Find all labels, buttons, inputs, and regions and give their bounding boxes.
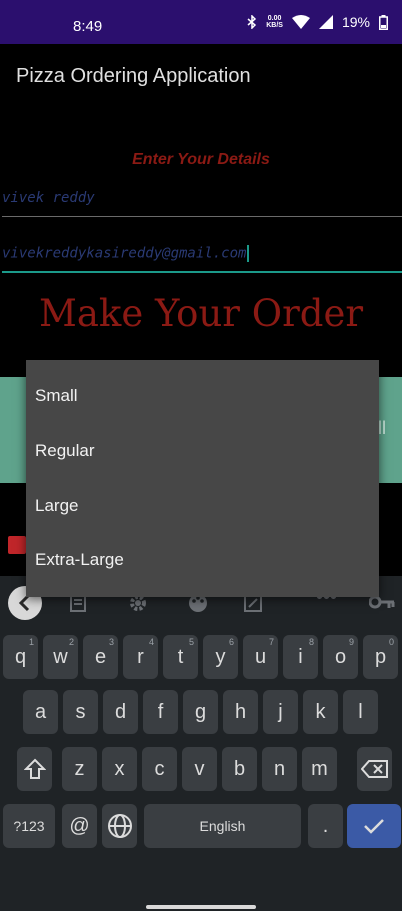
key-i[interactable]: 8i: [283, 635, 318, 679]
key-hint: 4: [148, 637, 154, 647]
key-hint: 5: [188, 637, 194, 647]
key-r[interactable]: 4r: [123, 635, 158, 679]
key-u[interactable]: 7u: [243, 635, 278, 679]
status-time: 8:49: [73, 18, 103, 35]
at-key[interactable]: @: [62, 804, 97, 848]
key-a[interactable]: a: [23, 690, 58, 734]
key-label: w: [53, 646, 68, 668]
battery-percent: 19%: [341, 14, 370, 30]
enter-key[interactable]: [347, 804, 401, 848]
key-t[interactable]: 5t: [163, 635, 198, 679]
key-w[interactable]: 2w: [43, 635, 78, 679]
dropdown-option-extra-large[interactable]: Extra-Large: [26, 533, 379, 587]
shift-icon: [23, 758, 46, 779]
key-label: e: [94, 646, 107, 668]
language-key[interactable]: [102, 804, 137, 848]
size-dropdown-menu: Small Regular Large Extra-Large: [26, 360, 379, 597]
key-hint: 1: [28, 637, 34, 647]
email-field[interactable]: vivekreddykasireddy@gmail.com: [2, 245, 402, 273]
net-speed-value: 0.00: [267, 15, 282, 22]
key-q[interactable]: 1q: [3, 635, 38, 679]
name-field[interactable]: vivek reddy: [2, 190, 402, 217]
key-hint: 0: [388, 637, 394, 647]
status-icons: 0.00 KB/S 19%: [247, 14, 388, 30]
net-speed-unit: KB/S: [266, 22, 283, 29]
key-x[interactable]: x: [102, 747, 137, 791]
key-v[interactable]: v: [182, 747, 217, 791]
cell-signal-icon: [318, 15, 333, 29]
key-label: r: [137, 646, 144, 668]
key-y[interactable]: 6y: [203, 635, 238, 679]
status-bar: 8:49 0.00 KB/S 19%: [0, 0, 402, 44]
gesture-nav-bar[interactable]: [146, 905, 256, 909]
key-hint: 2: [68, 637, 74, 647]
dropdown-option-regular[interactable]: Regular: [26, 424, 379, 478]
wifi-icon: [291, 15, 310, 29]
key-label: q: [14, 646, 27, 668]
key-label: u: [254, 646, 267, 668]
key-c[interactable]: c: [142, 747, 177, 791]
make-order-heading: Make Your Order: [38, 292, 364, 335]
key-g[interactable]: g: [183, 690, 218, 734]
key-label: i: [298, 646, 303, 668]
key-z[interactable]: z: [62, 747, 97, 791]
key-hint: 6: [228, 637, 234, 647]
key-o[interactable]: 9o: [323, 635, 358, 679]
key-hint: 3: [108, 637, 114, 647]
key-k[interactable]: k: [303, 690, 338, 734]
key-n[interactable]: n: [262, 747, 297, 791]
size-spinner-arrow: ll: [378, 418, 386, 438]
bluetooth-icon: [247, 15, 257, 29]
email-value: vivekreddykasireddy@gmail.com: [2, 245, 247, 262]
symbols-key[interactable]: ?123: [3, 804, 55, 848]
key-d[interactable]: d: [103, 690, 138, 734]
shift-key[interactable]: [17, 747, 52, 791]
key-e[interactable]: 3e: [83, 635, 118, 679]
backspace-key[interactable]: [357, 747, 392, 791]
space-key[interactable]: English: [144, 804, 301, 848]
checkbox[interactable]: [8, 536, 26, 554]
key-hint: 7: [268, 637, 274, 647]
key-label: y: [215, 646, 226, 668]
key-label: o: [334, 646, 347, 668]
text-cursor: [247, 245, 250, 262]
key-p[interactable]: 0p: [363, 635, 398, 679]
key-hint: 8: [308, 637, 314, 647]
dropdown-option-small[interactable]: Small: [26, 369, 379, 423]
key-j[interactable]: j: [263, 690, 298, 734]
name-value: vivek reddy: [2, 190, 95, 206]
key-icon[interactable]: [369, 595, 395, 609]
enter-details-heading: Enter Your Details: [132, 151, 270, 168]
key-hint: 9: [348, 637, 354, 647]
backspace-icon: [360, 760, 388, 778]
dropdown-option-large[interactable]: Large: [26, 479, 379, 533]
period-key[interactable]: .: [308, 804, 343, 848]
app-title: Pizza Ordering Application: [16, 65, 251, 87]
key-l[interactable]: l: [343, 690, 378, 734]
globe-icon: [107, 814, 132, 838]
key-label: t: [177, 646, 184, 668]
key-s[interactable]: s: [63, 690, 98, 734]
key-f[interactable]: f: [143, 690, 178, 734]
net-speed: 0.00 KB/S: [266, 15, 283, 29]
checkmark-icon: [364, 819, 384, 834]
battery-icon: [379, 14, 388, 30]
key-label: p: [374, 646, 387, 668]
key-h[interactable]: h: [223, 690, 258, 734]
key-m[interactable]: m: [302, 747, 337, 791]
key-b[interactable]: b: [222, 747, 257, 791]
soft-keyboard: ••• 1q2w3e4r5t6y7u8i9o0p asdfghjkl zxcvb…: [0, 576, 402, 911]
